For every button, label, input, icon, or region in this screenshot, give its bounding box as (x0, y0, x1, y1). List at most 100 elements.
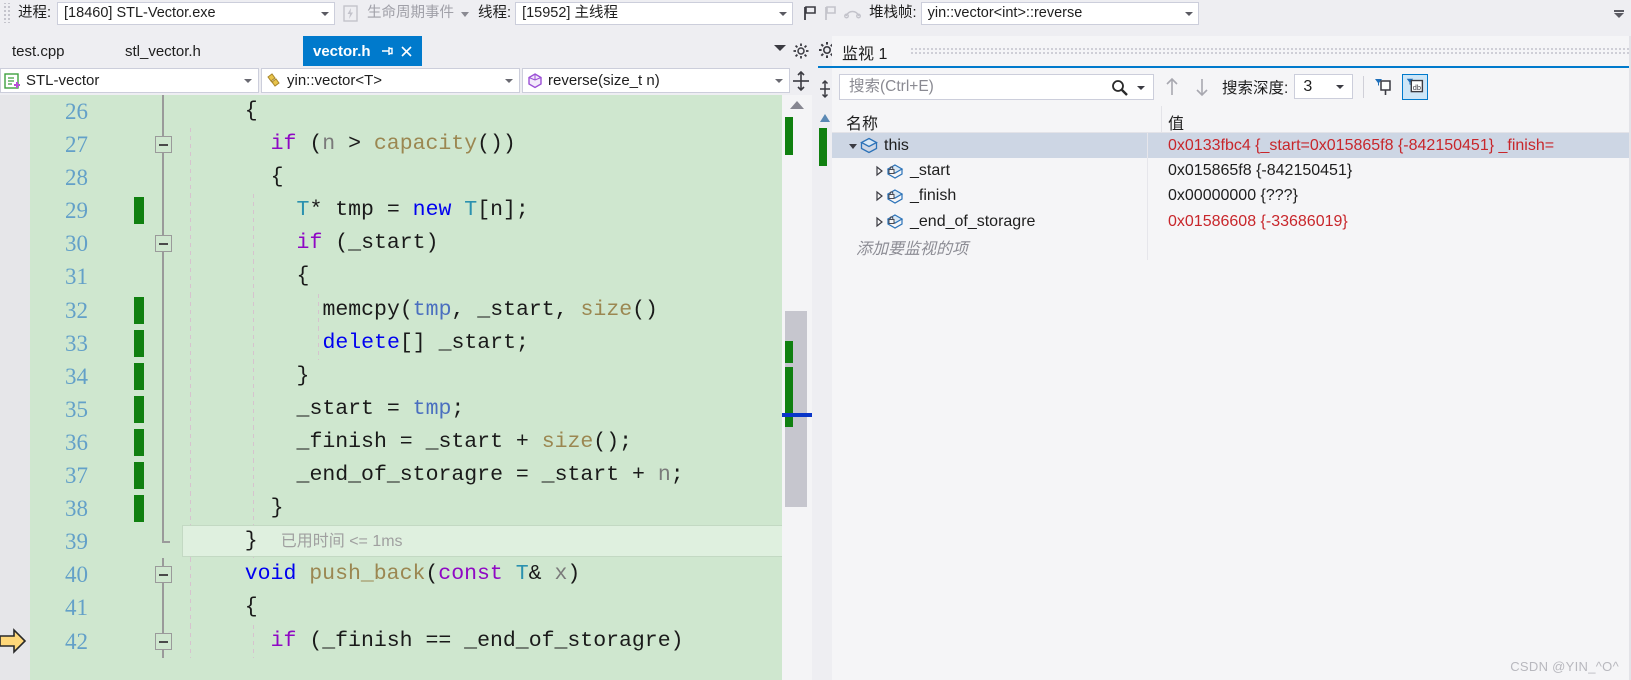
collapse-outlining-button[interactable] (155, 566, 172, 584)
code-token: ; (451, 396, 465, 421)
code-line[interactable]: 41 { (30, 591, 782, 625)
watch-row[interactable]: _finish 0x00000000 {???} (832, 183, 1631, 210)
watch-expression-value[interactable]: 0x0133fbc4 {_start=0x015865f8 {-84215045… (1168, 137, 1554, 155)
watch-expression-value[interactable]: 0x00000000 {???} (1168, 187, 1298, 205)
collapse-outlining-button[interactable] (155, 235, 172, 253)
code-line[interactable]: 30 if (_start) (30, 227, 782, 261)
expand-triangle-icon[interactable] (872, 215, 886, 229)
column-divider[interactable] (1161, 106, 1162, 133)
watch-expression-value[interactable]: 0x01586608 {-33686019} (1168, 213, 1348, 231)
code-line[interactable]: 36 _finish = _start + size(); (30, 425, 782, 460)
watch-row[interactable]: this 0x0133fbc4 {_start=0x015865f8 {-8421… (832, 133, 1631, 159)
code-text: _start = tmp; (180, 393, 782, 426)
expand-triangle-icon[interactable] (872, 164, 886, 178)
watch-expression-value[interactable]: 0x015865f8 {-842150451} (1168, 162, 1352, 180)
code-line[interactable]: 27 if (n > capacity()) (30, 128, 782, 162)
code-text: } (180, 492, 782, 525)
gear-icon[interactable] (792, 42, 810, 60)
code-line[interactable]: 35 _start = tmp; (30, 392, 782, 426)
collapse-triangle-icon[interactable] (846, 139, 860, 153)
tab-overflow-chevron-icon[interactable] (774, 45, 786, 51)
rail-split-icon[interactable] (818, 76, 832, 102)
code-token: _end_of_storagre = _start + (296, 463, 658, 488)
code-line[interactable]: 31 { (30, 260, 782, 294)
search-previous-button[interactable] (1160, 74, 1184, 100)
search-box[interactable] (839, 73, 1154, 100)
code-text: { (180, 591, 782, 624)
code-text: } (180, 525, 782, 558)
code-token: > (335, 132, 374, 157)
lifecycle-chevron-down-icon[interactable] (459, 4, 471, 23)
scroll-up-arrow-icon[interactable] (790, 101, 804, 109)
change-marker (785, 367, 793, 427)
search-options-chevron-icon[interactable] (1137, 85, 1145, 90)
code-line[interactable]: 28 { (30, 161, 782, 195)
process-dropdown[interactable]: [18460] STL-Vector.exe (57, 1, 336, 25)
code-token: n (657, 463, 671, 488)
code-line[interactable]: 38} (30, 492, 782, 526)
search-depth-dropdown[interactable]: 3 (1294, 74, 1354, 99)
watch-row[interactable]: _start 0x015865f8 {-842150451} (832, 158, 1631, 184)
pin-filter-icon[interactable] (1370, 74, 1396, 100)
code-token: { (244, 595, 258, 620)
expand-triangle-icon[interactable] (872, 189, 886, 203)
tab-vector-h[interactable]: vector.h (303, 36, 422, 66)
search-input[interactable] (847, 76, 1106, 97)
scroll-up-arrow-icon[interactable] (820, 114, 830, 122)
watch-left-rail (818, 36, 835, 680)
code-navigation-bar: STL-vector yin::vector<T> reverse(size_t… (0, 66, 818, 95)
code-line[interactable]: 40 void push_back(const T& x) (30, 558, 782, 592)
line-number: 35 (65, 396, 88, 422)
tab-label: stl_vector.h (125, 42, 201, 60)
breakpoint-gutter[interactable] (0, 95, 30, 680)
method-dropdown[interactable]: reverse(size_t n) (522, 68, 790, 93)
class-dropdown[interactable]: yin::vector<T> (261, 68, 520, 93)
perf-tip: 已用时间 <= 1ms (280, 533, 403, 551)
thread-dropdown[interactable]: [15952] 主线程 (515, 1, 794, 25)
code-editor[interactable]: 26{27 if (n > capacity()) 28{29 T* tmp = ne… (0, 95, 818, 680)
add-watch-item-row[interactable]: 添加要监视的项 (832, 234, 1631, 260)
stack-frame-dropdown[interactable]: yin::vector<int>::reverse (920, 1, 1199, 25)
collapse-outlining-button[interactable] (155, 632, 172, 650)
project-dropdown[interactable]: STL-vector (0, 68, 259, 93)
fold-line (162, 359, 164, 393)
code-token: T (515, 562, 529, 587)
editor-vertical-scrollbar[interactable] (782, 95, 812, 680)
flag-icon[interactable] (801, 4, 820, 23)
code-line[interactable]: 34} (30, 359, 782, 393)
fold-line (162, 194, 164, 228)
close-icon[interactable] (399, 44, 414, 59)
split-view-icon[interactable] (790, 70, 812, 92)
pin-icon[interactable] (380, 44, 394, 58)
toolbar-grip[interactable] (2, 3, 12, 23)
watch-row[interactable]: _end_of_storagre 0x01586608 {-33686019} (832, 209, 1631, 235)
code-line[interactable]: 33 delete[] _start; (30, 326, 782, 360)
line-number: 32 (65, 297, 88, 323)
editor-pane: test.cpp stl_vector.h vector.h STL-vecto… (0, 36, 818, 680)
watch-panel: 监视 1 搜索(Ctrl+E) 搜索深度: 3 db 名称 值 this 0x0… (818, 36, 1631, 680)
method-icon (525, 71, 545, 91)
collapse-outlining-button[interactable] (155, 136, 172, 154)
search-icon[interactable] (1110, 78, 1129, 97)
search-next-button[interactable] (1190, 74, 1214, 100)
code-token: size (541, 429, 594, 454)
hexadecimal-display-toggle[interactable]: db (1402, 73, 1429, 100)
code-lines: 26{27 if (n > capacity()) 28{29 T* tmp = ne… (30, 95, 792, 680)
code-token: size (580, 297, 633, 322)
watch-header: 监视 1 (832, 36, 1631, 66)
code-line[interactable]: 42 if (_finish == _end_of_storagre) (30, 624, 782, 658)
code-token: * tmp = (309, 198, 413, 223)
toolbar-overflow-button[interactable] (1611, 2, 1627, 24)
code-line[interactable]: 29 T* tmp = new T[n]; (30, 194, 782, 228)
execution-pointer-icon (0, 626, 27, 656)
code-token: ( (399, 297, 413, 322)
code-line[interactable]: 26 { (30, 95, 782, 129)
code-text: if (_start) (180, 227, 782, 260)
tab-stl-vector-h[interactable]: stl_vector.h (113, 36, 213, 66)
tab-test-cpp[interactable]: test.cpp (0, 36, 77, 66)
code-line[interactable]: 39} 已用时间 <= 1ms (30, 525, 792, 559)
code-line[interactable]: 37 _end_of_storagre = _start + n; (30, 459, 782, 493)
lifecycle-event-icon (341, 4, 360, 23)
code-line[interactable]: 32 memcpy(tmp, _start, size() (30, 293, 782, 327)
